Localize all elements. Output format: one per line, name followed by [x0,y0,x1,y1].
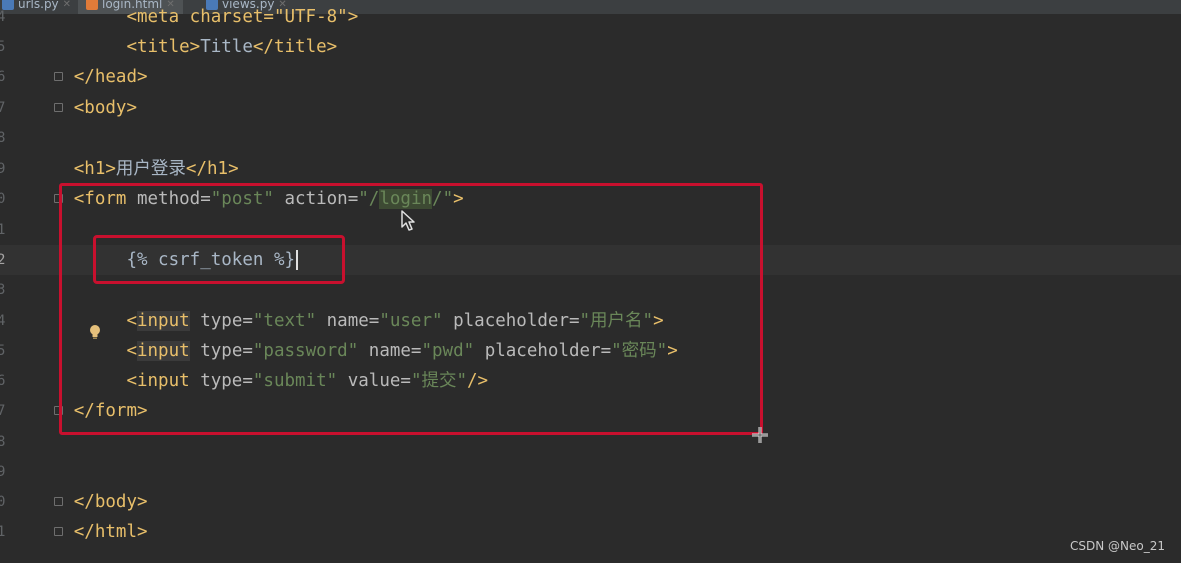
line-number: 9 [0,464,6,480]
line-number: 0 [0,191,6,207]
line-number: 8 [0,130,6,146]
title-text: Title [200,37,253,57]
code-line: <body> [0,93,1181,123]
code-line: <meta charset="UTF-8"> [0,2,1181,32]
h1-close-tag: </h1> [185,159,239,179]
line-number: 1 [0,524,6,540]
line-number: 3 [0,282,6,298]
csrf-highlight-box [93,235,345,284]
fold-marker-icon[interactable] [54,527,63,536]
line-number: 4 [0,313,6,329]
code-line: <h1>用户登录</h1> [0,154,1181,184]
body-close-tag: </body> [73,492,148,512]
line-number: 1 [0,222,6,238]
line-number: 5 [0,343,6,359]
h1-text: 用户登录 [115,159,186,179]
line-number: 8 [0,434,6,450]
line-number: 4 [0,9,6,25]
fold-marker-icon[interactable] [54,72,63,81]
line-number: 9 [0,161,6,177]
code-line: </body> [0,487,1181,517]
fold-marker-icon[interactable] [54,497,63,506]
line-number: 6 [0,373,6,389]
line-number: 7 [0,403,6,419]
line-number: 0 [0,494,6,510]
meta-tag: <meta charset="UTF-8"> [126,7,359,27]
line-number-current: 2 [0,252,6,268]
body-open-tag: <body> [73,98,137,118]
title-open-tag: <title> [126,37,201,57]
code-line: </head> [0,62,1181,92]
line-number: 7 [0,100,6,116]
line-number: 6 [0,69,6,85]
move-cursor-icon [752,427,768,443]
h1-open-tag: <h1> [73,159,116,179]
line-number: 5 [0,39,6,55]
head-close-tag: </head> [73,67,148,87]
watermark-text: CSDN @Neo_21 [1070,539,1165,553]
title-close-tag: </title> [252,37,338,57]
html-close-tag: </html> [73,522,148,542]
code-line: </html> [0,517,1181,547]
code-line: <title>Title</title> [0,32,1181,62]
mouse-pointer-icon [401,210,415,231]
fold-marker-icon[interactable] [54,103,63,112]
